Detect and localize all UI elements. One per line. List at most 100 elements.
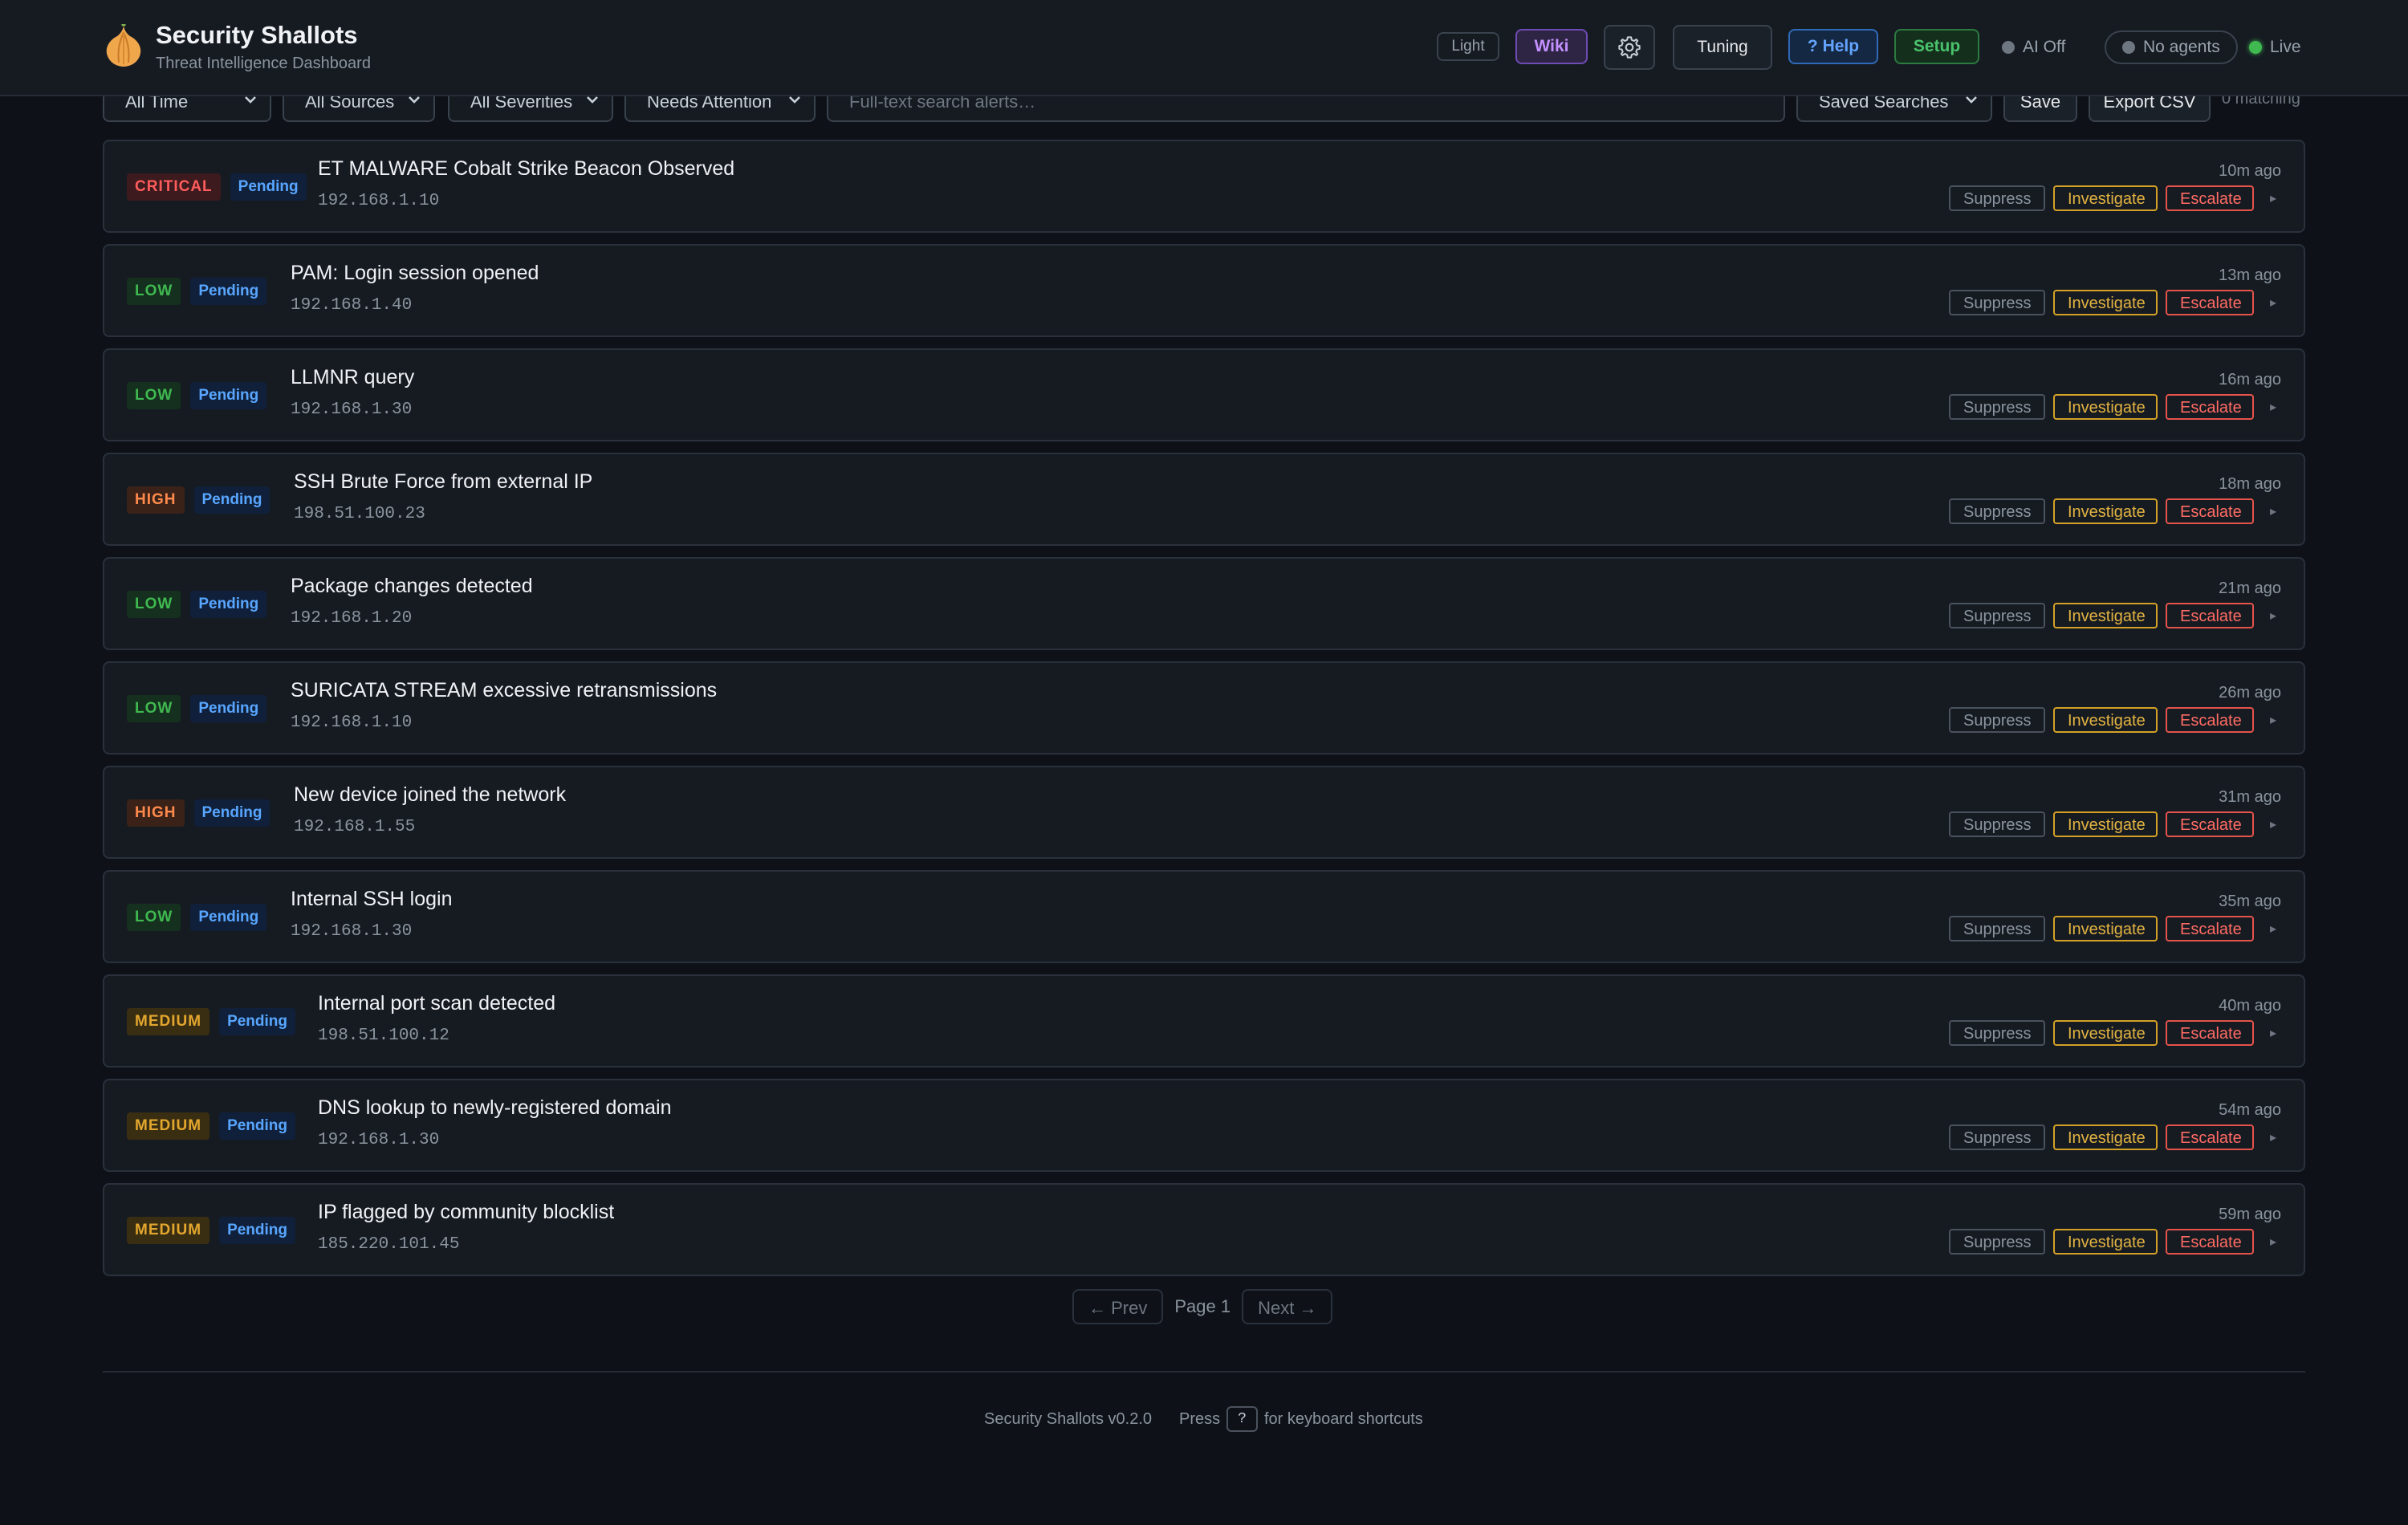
expand-arrow-icon[interactable]: ▸ — [2270, 608, 2281, 624]
status-badge: Pending — [219, 1217, 296, 1244]
escalate-button[interactable]: Escalate — [2166, 603, 2254, 628]
shortcut-key: ? — [1226, 1406, 1258, 1432]
severity-badge: LOW — [127, 278, 181, 305]
alert-title[interactable]: SURICATA STREAM excessive retransmission… — [291, 679, 717, 702]
alert-row[interactable]: MEDIUM Pending DNS lookup to newly-regis… — [103, 1079, 2305, 1172]
alert-time: 31m ago — [2219, 788, 2281, 806]
settings-button[interactable] — [1604, 25, 1655, 70]
alert-title[interactable]: Internal SSH login — [291, 888, 453, 911]
expand-arrow-icon[interactable]: ▸ — [2270, 1234, 2281, 1250]
alert-row[interactable]: LOW Pending Package changes detected 192… — [103, 557, 2305, 650]
alert-title[interactable]: SSH Brute Force from external IP — [294, 470, 592, 494]
escalate-button[interactable]: Escalate — [2166, 1229, 2254, 1255]
suppress-button[interactable]: Suppress — [1949, 1229, 2045, 1255]
suppress-button[interactable]: Suppress — [1949, 811, 2045, 837]
investigate-button[interactable]: Investigate — [2053, 811, 2158, 837]
expand-arrow-icon[interactable]: ▸ — [2270, 399, 2281, 415]
investigate-button[interactable]: Investigate — [2053, 185, 2158, 211]
alert-actions: Suppress Investigate Escalate ▸ — [1949, 1020, 2281, 1046]
alert-row[interactable]: LOW Pending PAM: Login session opened 19… — [103, 244, 2305, 337]
help-button[interactable]: ? Help — [1788, 29, 1878, 64]
suppress-button[interactable]: Suppress — [1949, 185, 2045, 211]
investigate-button[interactable]: Investigate — [2053, 916, 2158, 941]
wiki-button[interactable]: Wiki — [1515, 29, 1588, 64]
alert-actions: Suppress Investigate Escalate ▸ — [1949, 394, 2281, 420]
pagination: ← Prev Page 1 Next → — [1072, 1289, 1333, 1324]
alert-badges: LOW Pending — [127, 904, 267, 931]
alert-badges: LOW Pending — [127, 278, 267, 305]
alert-ip: 192.168.1.10 — [318, 192, 440, 210]
live-status-dot-icon — [2249, 41, 2262, 54]
expand-arrow-icon[interactable]: ▸ — [2270, 503, 2281, 519]
severity-badge: LOW — [127, 591, 181, 618]
expand-arrow-icon[interactable]: ▸ — [2270, 295, 2281, 311]
next-page-button[interactable]: Next → — [1242, 1289, 1333, 1324]
alert-row[interactable]: MEDIUM Pending Internal port scan detect… — [103, 974, 2305, 1068]
suppress-button[interactable]: Suppress — [1949, 1124, 2045, 1150]
status-badge: Pending — [230, 173, 307, 201]
expand-arrow-icon[interactable]: ▸ — [2270, 1025, 2281, 1041]
investigate-button[interactable]: Investigate — [2053, 1124, 2158, 1150]
investigate-button[interactable]: Investigate — [2053, 394, 2158, 420]
escalate-button[interactable]: Escalate — [2166, 1020, 2254, 1046]
suppress-button[interactable]: Suppress — [1949, 498, 2045, 524]
prev-page-button[interactable]: ← Prev — [1072, 1289, 1164, 1324]
severity-badge: LOW — [127, 382, 181, 409]
escalate-button[interactable]: Escalate — [2166, 707, 2254, 733]
alert-text: IP flagged by community blocklist 185.22… — [318, 1201, 614, 1254]
expand-arrow-icon[interactable]: ▸ — [2270, 1129, 2281, 1145]
expand-arrow-icon[interactable]: ▸ — [2270, 921, 2281, 937]
investigate-button[interactable]: Investigate — [2053, 1229, 2158, 1255]
expand-arrow-icon[interactable]: ▸ — [2270, 816, 2281, 832]
status-badge: Pending — [190, 278, 267, 305]
alert-text: SURICATA STREAM excessive retransmission… — [291, 679, 717, 732]
setup-button[interactable]: Setup — [1894, 29, 1979, 64]
suppress-button[interactable]: Suppress — [1949, 1020, 2045, 1046]
escalate-button[interactable]: Escalate — [2166, 498, 2254, 524]
alert-title[interactable]: Package changes detected — [291, 575, 533, 598]
severity-badge: LOW — [127, 904, 181, 931]
agents-status[interactable]: No agents — [2105, 31, 2238, 64]
investigate-button[interactable]: Investigate — [2053, 290, 2158, 315]
investigate-button[interactable]: Investigate — [2053, 603, 2158, 628]
investigate-button[interactable]: Investigate — [2053, 498, 2158, 524]
alert-row[interactable]: LOW Pending LLMNR query 192.168.1.30 16m… — [103, 348, 2305, 441]
alert-time: 35m ago — [2219, 893, 2281, 910]
alert-title[interactable]: IP flagged by community blocklist — [318, 1201, 614, 1224]
suppress-button[interactable]: Suppress — [1949, 603, 2045, 628]
escalate-button[interactable]: Escalate — [2166, 185, 2254, 211]
alert-actions: Suppress Investigate Escalate ▸ — [1949, 707, 2281, 733]
top-header: Security Shallots Threat Intelligence Da… — [0, 0, 2408, 96]
tuning-button[interactable]: Tuning — [1673, 25, 1772, 70]
suppress-button[interactable]: Suppress — [1949, 707, 2045, 733]
alert-row[interactable]: HIGH Pending SSH Brute Force from extern… — [103, 453, 2305, 546]
alert-row[interactable]: HIGH Pending New device joined the netwo… — [103, 766, 2305, 859]
alert-actions: Suppress Investigate Escalate ▸ — [1949, 498, 2281, 524]
alert-row[interactable]: MEDIUM Pending IP flagged by community b… — [103, 1183, 2305, 1276]
investigate-button[interactable]: Investigate — [2053, 707, 2158, 733]
suppress-button[interactable]: Suppress — [1949, 916, 2045, 941]
suppress-button[interactable]: Suppress — [1949, 290, 2045, 315]
alert-title[interactable]: New device joined the network — [294, 783, 566, 807]
escalate-button[interactable]: Escalate — [2166, 916, 2254, 941]
escalate-button[interactable]: Escalate — [2166, 811, 2254, 837]
alert-title[interactable]: Internal port scan detected — [318, 992, 555, 1015]
suppress-button[interactable]: Suppress — [1949, 394, 2045, 420]
escalate-button[interactable]: Escalate — [2166, 1124, 2254, 1150]
alert-time: 18m ago — [2219, 475, 2281, 493]
alert-row[interactable]: LOW Pending Internal SSH login 192.168.1… — [103, 870, 2305, 963]
alert-title[interactable]: LLMNR query — [291, 366, 414, 389]
theme-toggle-button[interactable]: Light — [1437, 32, 1499, 61]
escalate-button[interactable]: Escalate — [2166, 290, 2254, 315]
alert-title[interactable]: PAM: Login session opened — [291, 262, 539, 285]
escalate-button[interactable]: Escalate — [2166, 394, 2254, 420]
investigate-button[interactable]: Investigate — [2053, 1020, 2158, 1046]
alert-row[interactable]: LOW Pending SURICATA STREAM excessive re… — [103, 661, 2305, 754]
expand-arrow-icon[interactable]: ▸ — [2270, 712, 2281, 728]
ai-status[interactable]: AI Off — [2002, 32, 2065, 63]
expand-arrow-icon[interactable]: ▸ — [2270, 190, 2281, 206]
severity-badge: HIGH — [127, 799, 185, 827]
alert-title[interactable]: ET MALWARE Cobalt Strike Beacon Observed — [318, 157, 734, 181]
alert-title[interactable]: DNS lookup to newly-registered domain — [318, 1096, 672, 1120]
alert-row[interactable]: CRITICAL Pending ET MALWARE Cobalt Strik… — [103, 140, 2305, 233]
